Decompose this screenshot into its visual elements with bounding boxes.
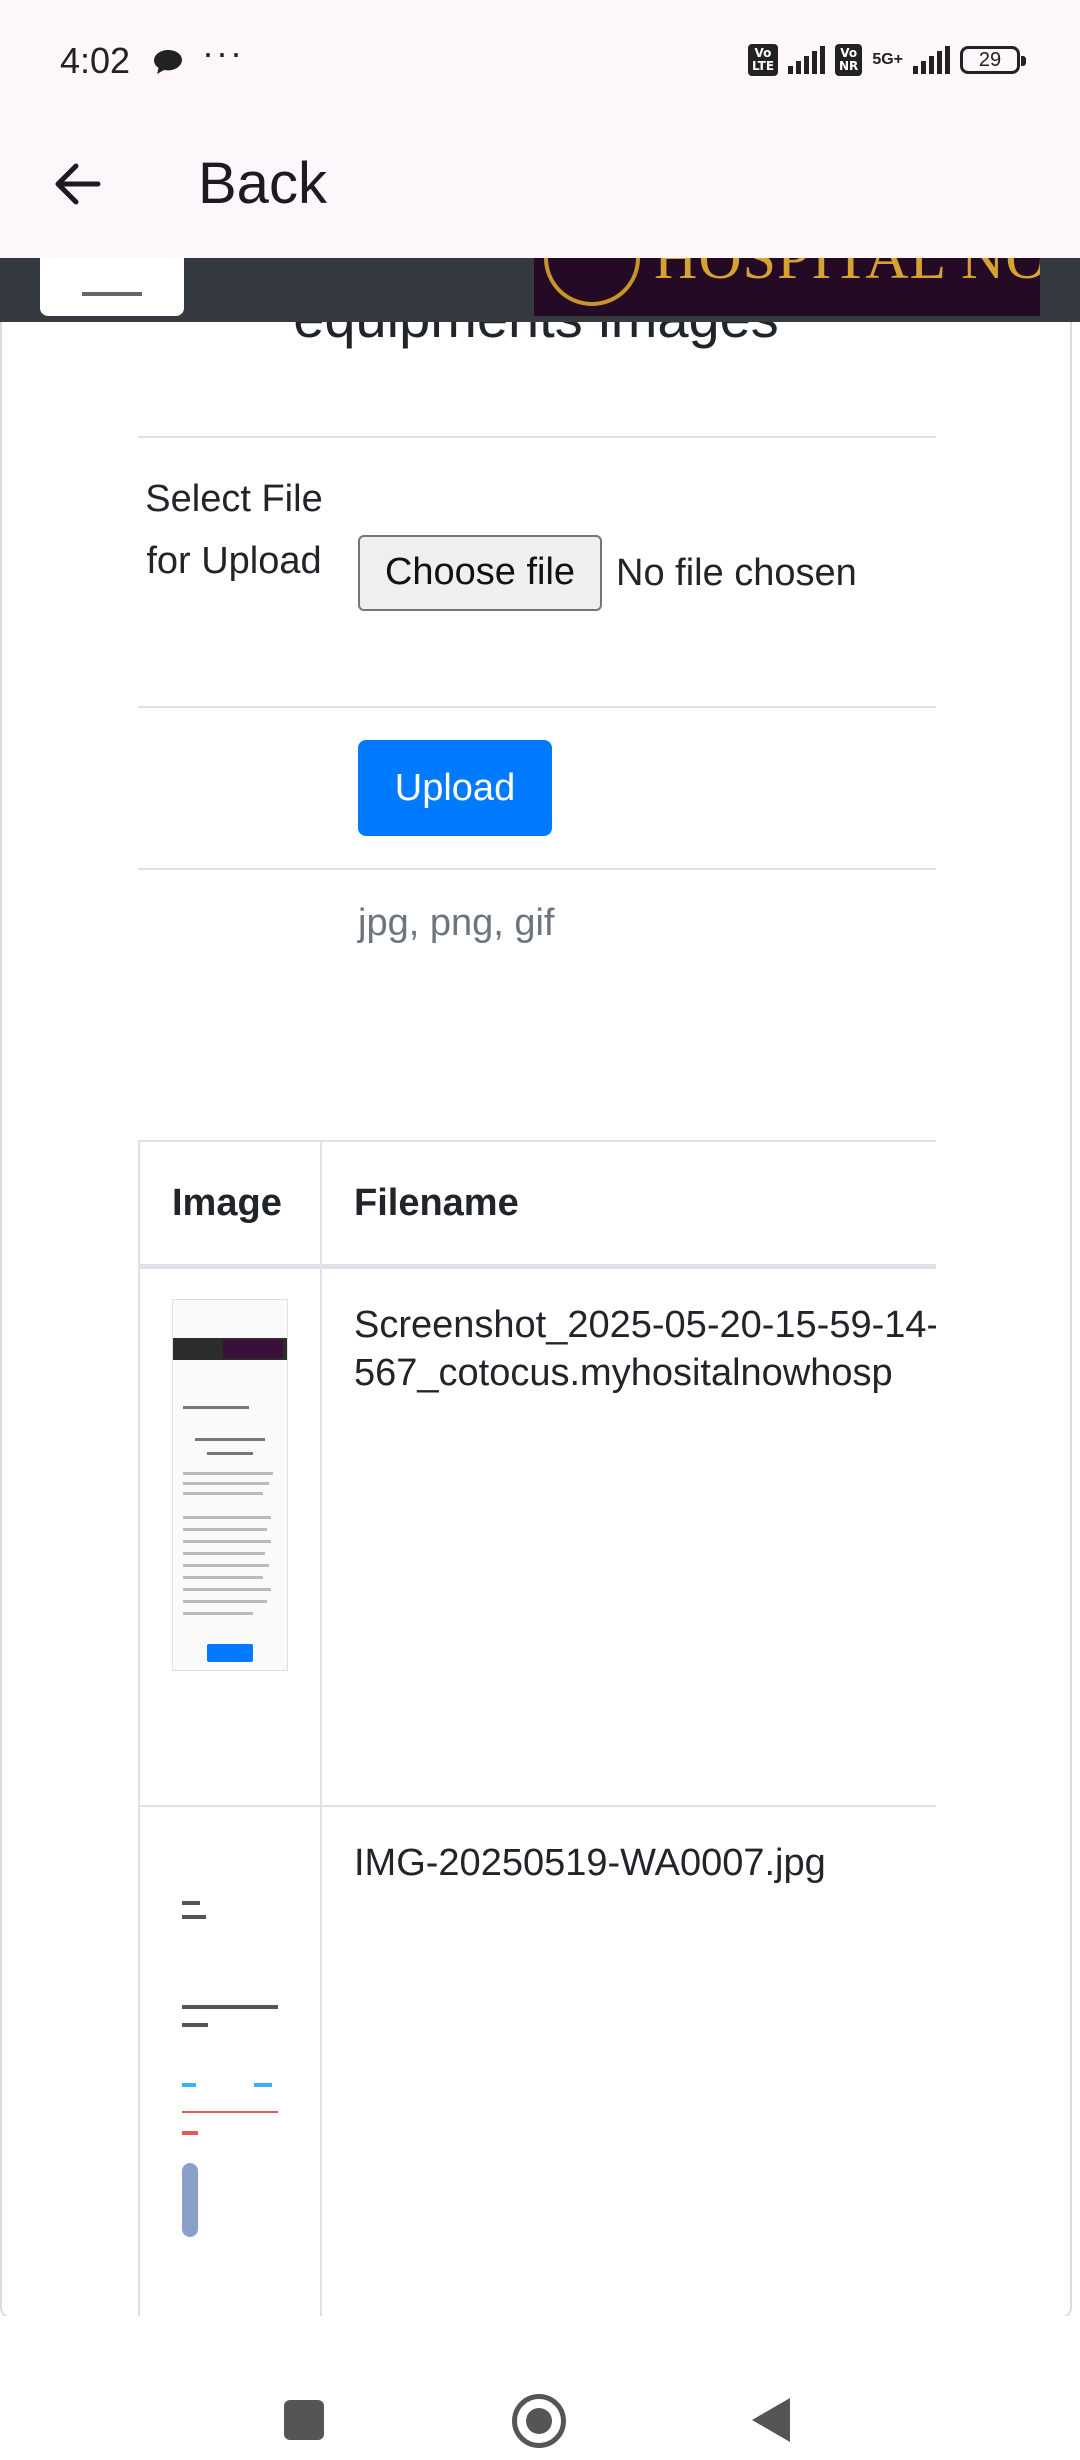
upload-button[interactable]: Upload [358, 740, 552, 836]
thumb-text-line [183, 1612, 253, 1615]
volte-icon: Vo LTE [747, 44, 779, 76]
files-table: Image Filename Screenshot_2025-05-20-15-… [138, 1140, 936, 2316]
thumb-text-line [183, 1472, 273, 1475]
filename-text: Screenshot_2025-05-20-15-59-14- [354, 1304, 936, 1346]
filename-text-cont: 567_cotocus.myhositalnowhosp [354, 1352, 893, 1394]
select-file-label: Select File for Upload [145, 478, 323, 582]
thumb-logo [223, 1340, 283, 1358]
image-cell [138, 1265, 322, 1807]
thumb-text-line [183, 1600, 267, 1603]
thumb-pill [182, 2163, 198, 2237]
thumb-mark [182, 2111, 278, 2113]
choose-file-button[interactable]: Choose file [358, 535, 602, 611]
file-thumbnail[interactable] [172, 1299, 288, 1671]
thumb-mark [182, 2005, 278, 2009]
filename-cell: Screenshot_2025-05-20-15-59-14- 567_coto… [320, 1265, 936, 1807]
signal-icon-2 [913, 46, 950, 74]
file-status: No file chosen [616, 552, 857, 594]
divider [138, 436, 936, 438]
column-header-image: Image [138, 1140, 322, 1269]
thumb-text-line [183, 1588, 271, 1591]
more-notifications-icon: ··· [202, 32, 244, 73]
thumb-text-line [183, 1552, 265, 1555]
column-header-filename: Filename [320, 1140, 936, 1269]
battery-icon: 29 [960, 46, 1026, 74]
thumb-text-line [183, 1540, 271, 1543]
site-logo[interactable]: HOSPITAL NOW [534, 258, 1040, 316]
table-header-row: Image Filename [138, 1140, 936, 1269]
site-header: HOSPITAL NOW [0, 258, 1080, 322]
divider [138, 706, 936, 708]
image-cell [138, 1805, 322, 2316]
network-type: 5G+ [872, 51, 903, 68]
file-thumbnail[interactable] [172, 1837, 286, 2237]
status-indicators: Vo LTE Vo NR 5G+ 29 [747, 44, 1026, 76]
hamburger-icon [82, 292, 142, 296]
thumb-mark [182, 2131, 198, 2135]
recents-button-icon[interactable] [284, 2400, 324, 2440]
filename-cell: IMG-20250519-WA0007.jpg [320, 1805, 936, 2316]
thumb-text-line [183, 1492, 263, 1495]
allowed-types-hint: jpg, png, gif [358, 902, 555, 944]
menu-toggle-button[interactable] [40, 258, 184, 316]
app-bar: Back [0, 130, 1080, 258]
thumb-mark [254, 2083, 272, 2087]
thumb-button [207, 1644, 253, 1662]
thumb-text-line [183, 1406, 249, 1409]
battery-level: 29 [978, 49, 1002, 71]
thumb-mark [182, 1901, 200, 1905]
status-bar: 4:02 ··· Vo LTE Vo NR 5G+ 29 [0, 0, 1080, 130]
thumb-mark [182, 1915, 206, 1919]
table-row: Screenshot_2025-05-20-15-59-14- 567_coto… [138, 1265, 936, 1807]
divider [138, 868, 936, 870]
vonr-icon: Vo NR [835, 44, 863, 76]
back-title[interactable]: Back [198, 150, 327, 217]
thumb-text-line [195, 1438, 265, 1441]
table-row: IMG-20250519-WA0007.jpg [138, 1805, 936, 2316]
filename-text: IMG-20250519-WA0007.jpg [354, 1842, 826, 1884]
logo-text: HOSPITAL NOW [654, 258, 1040, 291]
card-content: Select File for Upload Choose file No fi… [138, 322, 936, 2316]
thumb-text-line [207, 1452, 253, 1455]
chat-bubble-icon [152, 48, 184, 81]
thumb-text-line [183, 1576, 263, 1579]
back-button-icon[interactable] [752, 2398, 790, 2442]
signal-icon [788, 46, 826, 74]
logo-emblem-icon [544, 258, 640, 306]
upload-card: equipments images Select File for Upload… [0, 322, 1072, 2318]
thumb-text-line [183, 1516, 271, 1519]
thumb-text-line [183, 1482, 269, 1485]
thumb-text-line [183, 1564, 269, 1567]
thumb-mark [182, 2083, 196, 2087]
system-nav-bar [0, 2316, 1080, 2460]
status-time: 4:02 [60, 40, 131, 81]
thumb-mark [182, 2023, 208, 2027]
home-button-icon[interactable] [512, 2394, 566, 2448]
thumb-text-line [183, 1528, 267, 1531]
back-arrow-icon[interactable] [48, 154, 108, 214]
